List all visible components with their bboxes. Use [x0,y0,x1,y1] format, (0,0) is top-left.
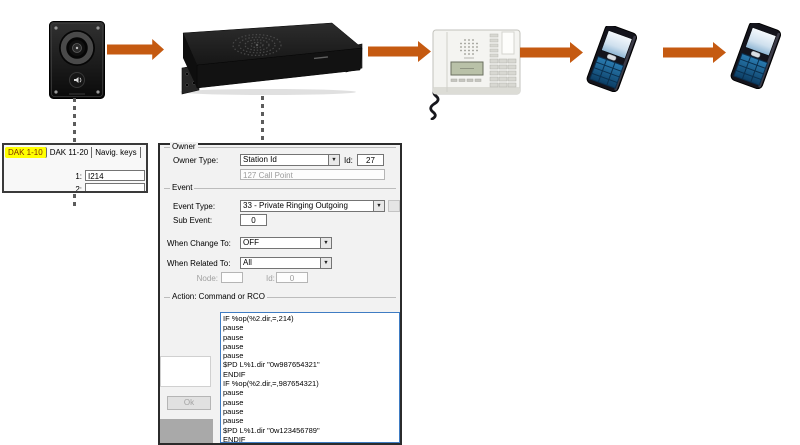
when-change-to-label: When Change To: [167,239,231,248]
when-change-to-dropdown[interactable]: OFF [240,237,332,249]
mobile-phone-icon [586,26,638,92]
owner-id-label: Id: [344,156,353,165]
when-related-to-label: When Related To: [167,259,231,268]
action-script-editor[interactable]: IF %op(%2.dir,=,214) pause pause pause p… [220,312,400,443]
owner-group-title: Owner [170,142,198,151]
action-aux-input[interactable] [160,356,211,387]
ok-button[interactable]: Ok [167,396,211,410]
owner-id-input[interactable]: 27 [357,154,384,166]
event-properties-panel: Owner Owner Type: Station Id Id: 27 127 … [158,142,402,445]
event-type-dropdown[interactable]: 33 - Private Ringing Outgoing [240,200,385,212]
dak-row-1-label: 1: [75,172,82,181]
dak-keys-panel: DAK 1-10 DAK 11-20 Navig. keys 1: I214 2… [2,143,148,193]
owner-type-value: Station Id [243,155,277,164]
tab-dak-1-10[interactable]: DAK 1-10 [5,147,47,158]
dropdown-arrow-icon[interactable] [373,201,384,211]
owner-type-dropdown[interactable]: Station Id [240,154,340,166]
event-type-extra-button[interactable] [388,200,400,212]
when-related-to-dropdown[interactable]: All [240,257,332,269]
sub-event-label: Sub Event: [173,216,213,225]
node-input [221,272,243,283]
action-group-title: Action: Command or RCO [170,292,267,301]
owner-description-field: 127 Call Point [240,169,385,180]
mobile-phone-icon [730,23,782,89]
intercom-station-icon [49,21,105,99]
diagram-stage: DAK 1-10 DAK 11-20 Navig. keys 1: I214 2… [0,0,800,445]
dropdown-arrow-icon[interactable] [320,258,331,268]
rack-server-icon [180,22,363,95]
tab-navig-keys[interactable]: Navig. keys [92,147,141,158]
connector-dashed-line [261,96,264,142]
connector-dashed-line [73,98,76,143]
when-related-to-value: All [243,258,252,267]
event-type-label: Event Type: [173,202,216,211]
node-id-label: Id: [266,274,275,283]
event-type-value: 33 - Private Ringing Outgoing [243,201,348,210]
node-label: Node: [196,274,218,283]
when-change-to-value: OFF [243,238,259,247]
dropdown-arrow-icon[interactable] [320,238,331,248]
owner-group-line [164,147,396,148]
dak-row-2-label: 2: [75,185,82,193]
flow-arrow-icon [520,42,583,63]
dak-key-2-input[interactable] [85,183,145,191]
dropdown-arrow-icon[interactable] [328,155,339,165]
node-id-input: 0 [276,272,308,283]
sub-event-input[interactable]: 0 [240,214,267,226]
event-group-line [164,188,396,189]
flow-arrow-icon [663,42,726,63]
flow-arrow-icon [368,41,431,62]
owner-type-label: Owner Type: [173,156,219,165]
dak-tab-bar: DAK 1-10 DAK 11-20 Navig. keys [5,147,141,158]
action-script-text: IF %op(%2.dir,=,214) pause pause pause p… [223,314,320,443]
flow-arrow-icon [107,39,164,60]
desk-phone-icon [429,29,521,120]
action-gray-placeholder [160,419,213,443]
event-group-title: Event [170,183,195,192]
tab-dak-11-20[interactable]: DAK 11-20 [47,147,93,158]
connector-dashed-line [73,194,76,209]
dak-key-1-input[interactable]: I214 [85,170,145,181]
